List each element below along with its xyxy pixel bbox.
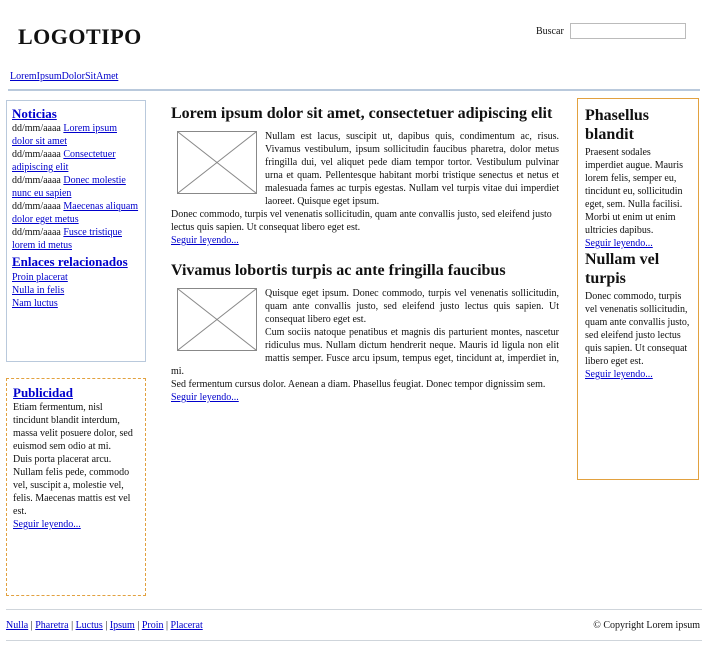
right-sidebar: Phasellus blandit Praesent sodales imper… bbox=[577, 98, 699, 480]
sidebar-text: Praesent sodales imperdiet augue. Mauris… bbox=[585, 147, 684, 236]
copyright-text: © Copyright Lorem ipsum bbox=[593, 620, 700, 631]
related-link-proin[interactable]: Proin placerat bbox=[12, 272, 68, 283]
footer-divider-bottom bbox=[6, 640, 702, 641]
article-read-more-link[interactable]: Seguir leyendo... bbox=[171, 235, 239, 246]
news-date: dd/mm/aaaa bbox=[12, 227, 61, 238]
sidebar-read-more-link[interactable]: Seguir leyendo... bbox=[585, 369, 653, 380]
related-links: Proin placerat Nulla in felis Nam luctus bbox=[12, 271, 140, 310]
news-date: dd/mm/aaaa bbox=[12, 201, 61, 212]
news-item: dd/mm/aaaa Fusce tristique lorem id metu… bbox=[12, 226, 140, 252]
footer-link-ipsum[interactable]: Ipsum bbox=[110, 620, 135, 631]
image-placeholder bbox=[177, 288, 257, 351]
news-item: dd/mm/aaaa Lorem ipsum dolor sit amet bbox=[12, 122, 140, 148]
article-read-more-link[interactable]: Seguir leyendo... bbox=[171, 392, 239, 403]
news-heading-link[interactable]: Noticias bbox=[12, 106, 57, 121]
footer-separator: | bbox=[71, 620, 74, 631]
ads-box: Publicidad Etiam fermentum, nisl tincidu… bbox=[6, 378, 146, 596]
article-paragraph: Donec commodo, turpis vel venenatis soll… bbox=[171, 209, 552, 233]
search-input[interactable] bbox=[569, 23, 686, 39]
news-item: dd/mm/aaaa Donec molestie nunc eu sapien bbox=[12, 174, 140, 200]
footer-link-nulla[interactable]: Nulla bbox=[6, 620, 28, 631]
article-paragraph: Sed fermentum cursus dolor. Aenean a dia… bbox=[171, 379, 546, 390]
footer-link-placerat[interactable]: Placerat bbox=[171, 620, 203, 631]
footer-nav: Nulla | Pharetra | Luctus | Ipsum | Proi… bbox=[6, 619, 203, 632]
news-item: dd/mm/aaaa Consectetuer adipiscing elit bbox=[12, 148, 140, 174]
footer-separator: | bbox=[166, 620, 169, 631]
footer-separator: | bbox=[30, 620, 33, 631]
footer-divider bbox=[6, 609, 702, 610]
news-date: dd/mm/aaaa bbox=[12, 123, 61, 134]
news-item: dd/mm/aaaa Maecenas aliquam dolor eget m… bbox=[12, 200, 140, 226]
news-date: dd/mm/aaaa bbox=[12, 175, 61, 186]
related-link-nulla[interactable]: Nulla in felis bbox=[12, 285, 64, 296]
sidebar-read-more-link[interactable]: Seguir leyendo... bbox=[585, 238, 653, 249]
ads-heading: Publicidad bbox=[13, 385, 139, 400]
related-link-nam[interactable]: Nam luctus bbox=[12, 298, 58, 309]
footer-link-proin[interactable]: Proin bbox=[142, 620, 164, 631]
top-nav-link[interactable]: LoremIpsumDolorSitAmet bbox=[10, 71, 118, 82]
footer-link-pharetra[interactable]: Pharetra bbox=[35, 620, 68, 631]
ads-text-2: Duis porta placerat arcu. Nullam felis p… bbox=[13, 454, 131, 517]
related-heading-link[interactable]: Enlaces relacionados bbox=[12, 254, 128, 269]
ads-read-more-link[interactable]: Seguir leyendo... bbox=[13, 519, 81, 530]
footer-separator: | bbox=[137, 620, 140, 631]
ads-text-1: Etiam fermentum, nisl tincidunt blandit … bbox=[13, 402, 133, 452]
search-label: Buscar bbox=[536, 25, 564, 37]
header-divider bbox=[8, 89, 700, 91]
logo: LOGOTIPO bbox=[18, 24, 142, 49]
image-placeholder bbox=[177, 131, 257, 194]
article-body: Quisque eget ipsum. Donec commodo, turpi… bbox=[171, 287, 559, 404]
ads-heading-link[interactable]: Publicidad bbox=[13, 385, 73, 400]
sidebar-heading: Nullam vel turpis bbox=[585, 251, 660, 287]
related-heading: Enlaces relacionados bbox=[12, 253, 140, 270]
footer-link-luctus[interactable]: Luctus bbox=[76, 620, 103, 631]
news-date: dd/mm/aaaa bbox=[12, 149, 61, 160]
article-title: Vivamus lobortis turpis ac ante fringill… bbox=[171, 262, 506, 279]
footer-separator: | bbox=[105, 620, 108, 631]
article: Lorem ipsum dolor sit amet, consectetuer… bbox=[171, 104, 559, 247]
left-sidebar: Noticias dd/mm/aaaa Lorem ipsum dolor si… bbox=[6, 100, 146, 596]
article-title: Lorem ipsum dolor sit amet, consectetuer… bbox=[171, 105, 553, 122]
search-area: Buscar bbox=[536, 23, 686, 39]
sidebar-heading: Phasellus blandit bbox=[585, 107, 650, 143]
article-body: Nullam est lacus, suscipit ut, dapibus q… bbox=[171, 130, 559, 247]
main-content: Lorem ipsum dolor sit amet, consectetuer… bbox=[171, 104, 559, 418]
sidebar-text: Donec commodo, turpis vel venenatis soll… bbox=[585, 291, 690, 367]
top-nav: LoremIpsumDolorSitAmet bbox=[10, 70, 118, 83]
article: Vivamus lobortis turpis ac ante fringill… bbox=[171, 261, 559, 404]
news-box: Noticias dd/mm/aaaa Lorem ipsum dolor si… bbox=[6, 100, 146, 362]
news-heading: Noticias bbox=[12, 106, 140, 121]
